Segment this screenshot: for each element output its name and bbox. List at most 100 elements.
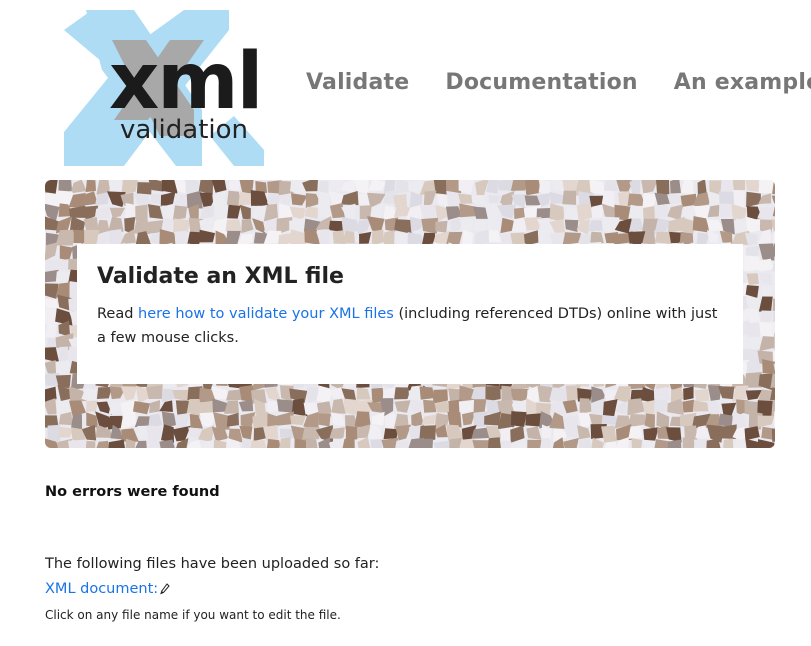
mosaic-tile — [758, 243, 775, 261]
mosaic-tile — [771, 428, 775, 442]
mosaic-tile — [744, 255, 761, 273]
mosaic-tile — [682, 399, 695, 413]
mosaic-tile — [757, 229, 772, 246]
mosaic-tile — [305, 437, 318, 448]
mosaic-tile — [318, 413, 331, 427]
mosaic-tile — [577, 438, 593, 448]
mosaic-tile — [631, 437, 643, 448]
mosaic-tile — [410, 399, 424, 413]
mosaic-tile — [757, 207, 775, 221]
mosaic-tile — [643, 427, 659, 441]
mosaic-tile — [135, 440, 147, 448]
mosaic-tile — [383, 428, 398, 440]
mosaic-tile — [125, 203, 137, 220]
mosaic-tile — [252, 218, 266, 234]
mosaic-tile — [47, 424, 61, 443]
mosaic-tile — [772, 298, 775, 312]
mosaic-tile — [279, 428, 294, 438]
mosaic-tile — [330, 412, 346, 426]
mosaic-tile — [459, 203, 477, 218]
mosaic-tile — [85, 440, 96, 448]
mosaic-tile — [238, 399, 254, 412]
mosaic-tile — [744, 426, 760, 441]
mosaic-tile — [302, 426, 320, 440]
mosaic-tile — [487, 437, 501, 448]
mosaic-tile — [627, 398, 645, 416]
mosaic-tile — [94, 207, 110, 219]
mosaic-tile — [357, 437, 371, 448]
hero-card: Validate an XML file Read here how to va… — [77, 244, 743, 384]
nav-an-example[interactable]: An example — [674, 70, 811, 95]
mosaic-tile — [276, 399, 295, 413]
mosaic-tile — [394, 219, 412, 234]
mosaic-tile — [345, 425, 359, 440]
mosaic-tile — [733, 439, 747, 448]
mosaic-tile — [307, 387, 319, 404]
mosaic-tile — [683, 386, 694, 401]
mosaic-tile — [136, 182, 152, 195]
mosaic-tile — [212, 218, 228, 235]
mosaic-tile — [45, 299, 61, 309]
mosaic-tile — [121, 428, 139, 442]
mosaic-tile — [331, 398, 346, 414]
mosaic-tile — [549, 191, 564, 204]
mosaic-tile — [109, 207, 126, 218]
mosaic-tile — [667, 204, 683, 221]
mosaic-tile — [174, 412, 191, 429]
mosaic-tile — [159, 400, 173, 413]
mosaic-tile — [316, 385, 333, 404]
how-to-validate-link[interactable]: here how to validate your XML files — [138, 306, 394, 322]
mosaic-tile — [669, 416, 682, 427]
mosaic-tile — [601, 425, 617, 443]
mosaic-tile — [108, 399, 122, 415]
mosaic-tile — [318, 204, 331, 218]
mosaic-tile — [757, 415, 775, 428]
mosaic-tile — [563, 437, 579, 448]
mosaic-tile — [745, 180, 761, 192]
mosaic-tile — [745, 216, 761, 233]
mosaic-tile — [304, 229, 321, 246]
mosaic-tile — [163, 217, 174, 233]
mosaic-tile — [120, 386, 138, 401]
site-logo[interactable]: xml validation — [64, 10, 264, 166]
mosaic-tile — [68, 439, 87, 448]
mosaic-tile — [628, 204, 645, 221]
edit-hint: Click on any file name if you want to ed… — [45, 608, 341, 622]
mosaic-tile — [603, 180, 618, 193]
mosaic-tile — [341, 190, 359, 206]
svg-text:xml: xml — [109, 37, 261, 127]
mosaic-tile — [280, 193, 292, 205]
mosaic-tile — [279, 437, 291, 448]
mosaic-tile — [762, 359, 775, 375]
mosaic-tile — [83, 217, 99, 232]
mosaic-tile — [161, 388, 175, 403]
mosaic-tile — [667, 398, 684, 416]
mosaic-tile — [187, 439, 202, 448]
mosaic-tile — [525, 413, 542, 427]
mosaic-tile — [591, 437, 605, 448]
mosaic-tile — [706, 219, 724, 232]
mosaic-tile — [133, 218, 151, 235]
logo-x-icon: xml validation — [64, 10, 264, 166]
mosaic-tile — [419, 204, 437, 219]
mosaic-tile — [667, 439, 682, 448]
mosaic-tile — [707, 204, 720, 218]
mosaic-tile — [723, 438, 734, 448]
mosaic-tile — [419, 386, 435, 400]
mosaic-tile — [562, 232, 581, 245]
mosaic-tile — [745, 438, 759, 448]
mosaic-tile — [734, 218, 748, 233]
nav-validate[interactable]: Validate — [306, 70, 409, 95]
pencil-icon[interactable] — [160, 583, 170, 599]
mosaic-tile — [538, 180, 551, 194]
mosaic-tile — [263, 425, 279, 441]
mosaic-tile — [241, 218, 254, 234]
xml-document-link[interactable]: XML document: — [45, 581, 158, 597]
mosaic-tile — [368, 180, 386, 191]
mosaic-tile — [290, 415, 307, 426]
hero-text-before: Read — [97, 306, 139, 322]
nav-documentation[interactable]: Documentation — [445, 70, 637, 95]
mosaic-tile — [290, 193, 308, 206]
mosaic-tile — [147, 204, 163, 220]
mosaic-tile — [759, 321, 774, 339]
